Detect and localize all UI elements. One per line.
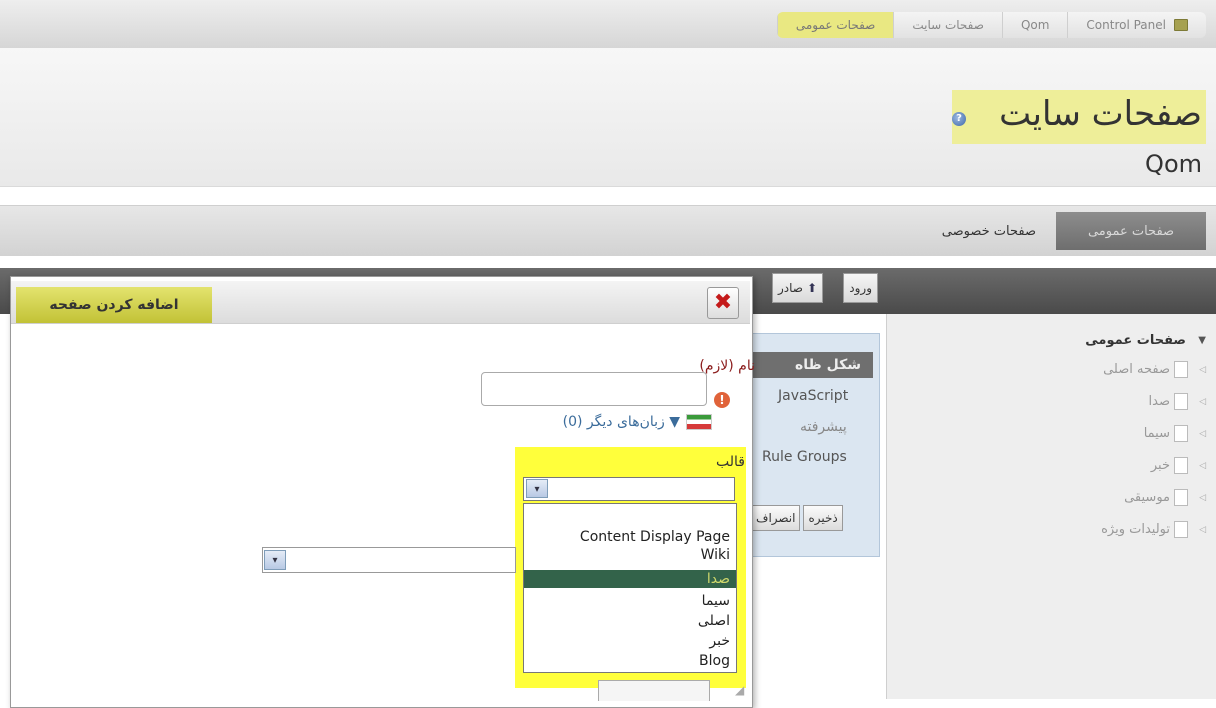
name-label: نام (لازم) bbox=[699, 358, 755, 374]
breadcrumb-site[interactable]: Qom bbox=[1001, 12, 1068, 38]
other-languages-label: ▼ زبان‌های دیگر (0) bbox=[562, 414, 680, 430]
page-icon bbox=[1174, 521, 1188, 538]
tree-item-label: خبر bbox=[1150, 458, 1170, 473]
template-option-selected[interactable]: صدا bbox=[524, 570, 736, 588]
page-icon bbox=[1174, 361, 1188, 378]
cancel-button[interactable]: انصراف bbox=[751, 505, 801, 531]
save-button[interactable]: ذخیره bbox=[803, 505, 843, 531]
tree-item-label: موسیقی bbox=[1124, 490, 1170, 505]
tree-expand-icon[interactable]: ◁ bbox=[1199, 461, 1206, 471]
template-option[interactable]: خبر bbox=[524, 632, 736, 650]
tree-item[interactable]: موسیقی bbox=[1124, 489, 1188, 506]
breadcrumb-public-pages[interactable]: صفحات عمومی bbox=[776, 12, 894, 38]
export-label: صادر bbox=[777, 281, 803, 295]
tab-private-pages[interactable]: صفحات خصوصی bbox=[942, 212, 1036, 250]
template-option[interactable]: Blog bbox=[524, 652, 736, 670]
tree-expand-icon[interactable]: ◁ bbox=[1199, 429, 1206, 439]
template-option[interactable]: اصلی bbox=[524, 612, 736, 630]
close-icon[interactable]: ✖ bbox=[707, 287, 739, 319]
resize-grip-icon[interactable]: ◢ bbox=[735, 683, 744, 697]
template-label: قالب bbox=[716, 454, 745, 470]
template-option[interactable]: سیما bbox=[524, 592, 736, 610]
template-select[interactable] bbox=[523, 477, 735, 501]
tree-item-label: تولیدات ویژه bbox=[1101, 522, 1170, 537]
tree-expand-icon[interactable]: ◁ bbox=[1199, 525, 1206, 535]
tree-item[interactable]: صدا bbox=[1149, 393, 1188, 410]
page-icon bbox=[1174, 489, 1188, 506]
tree-item-label: صفحه اصلی bbox=[1103, 362, 1170, 377]
tree-item[interactable]: خبر bbox=[1151, 457, 1188, 474]
import-label: ورود bbox=[849, 281, 872, 295]
upload-icon: ⬆ bbox=[806, 281, 817, 295]
breadcrumb-control-panel[interactable]: Control Panel bbox=[1067, 12, 1206, 38]
template-option[interactable]: Wiki bbox=[524, 546, 736, 564]
dialog-bottom-button[interactable] bbox=[598, 680, 710, 701]
page-actions-toolbar: ورود ⬆ صادر bbox=[751, 273, 883, 307]
tree-item[interactable]: سیما bbox=[1144, 425, 1188, 442]
advanced-link[interactable]: پیشرفته bbox=[800, 419, 847, 435]
tab-public-pages[interactable]: صفحات عمومی bbox=[1056, 212, 1206, 250]
page-icon bbox=[1174, 393, 1188, 410]
other-languages-toggle[interactable]: ▼ زبان‌های دیگر (0) bbox=[563, 414, 712, 430]
tree-item-label: سیما bbox=[1143, 426, 1170, 441]
tree-expand-icon[interactable]: ◁ bbox=[1199, 493, 1206, 503]
secondary-select[interactable] bbox=[262, 547, 516, 573]
breadcrumb-label: Control Panel bbox=[1086, 18, 1166, 32]
page-icon bbox=[1174, 425, 1188, 442]
export-button[interactable]: ⬆ صادر bbox=[771, 273, 823, 303]
tree-expand-icon[interactable]: ◁ bbox=[1199, 397, 1206, 407]
tree-root[interactable]: صفحات عمومی bbox=[1085, 333, 1186, 348]
site-name: Qom bbox=[1145, 150, 1202, 178]
look-and-feel-tab[interactable]: شکل ظاه bbox=[751, 352, 873, 378]
template-option[interactable]: Content Display Page bbox=[524, 528, 736, 546]
collapse-icon[interactable]: ▼ bbox=[1198, 335, 1206, 346]
tree-expand-icon[interactable]: ◁ bbox=[1199, 365, 1206, 375]
help-icon[interactable]: ? bbox=[952, 112, 966, 126]
page-title: صفحات سایت bbox=[999, 94, 1202, 134]
control-panel-icon bbox=[1174, 19, 1188, 31]
chevron-down-icon[interactable]: ▾ bbox=[264, 550, 286, 570]
tree-root-label: صفحات عمومی bbox=[1085, 333, 1186, 348]
name-input[interactable] bbox=[481, 372, 707, 406]
tree-item[interactable]: صفحه اصلی bbox=[1103, 361, 1188, 378]
template-dropdown-list: Content Display Page Wiki صدا سیما اصلی … bbox=[523, 503, 737, 673]
dialog-title: اضافه کردن صفحه bbox=[16, 287, 212, 323]
panel-actions: ذخیره انصراف bbox=[751, 505, 843, 531]
import-button[interactable]: ورود bbox=[843, 273, 878, 303]
iran-flag-icon bbox=[686, 414, 712, 430]
rule-groups-link[interactable]: Rule Groups bbox=[762, 449, 847, 465]
tree-item-label: صدا bbox=[1148, 394, 1170, 409]
page-icon bbox=[1174, 457, 1188, 474]
breadcrumb-site-pages[interactable]: صفحات سایت bbox=[893, 12, 1002, 38]
required-alert-icon: ! bbox=[714, 392, 730, 408]
breadcrumb: Control Panel Qom صفحات سایت صفحات عمومی bbox=[776, 12, 1206, 38]
tree-item[interactable]: تولیدات ویژه bbox=[1101, 521, 1188, 538]
chevron-down-icon[interactable]: ▾ bbox=[526, 479, 548, 498]
javascript-link[interactable]: JavaScript bbox=[778, 388, 848, 404]
